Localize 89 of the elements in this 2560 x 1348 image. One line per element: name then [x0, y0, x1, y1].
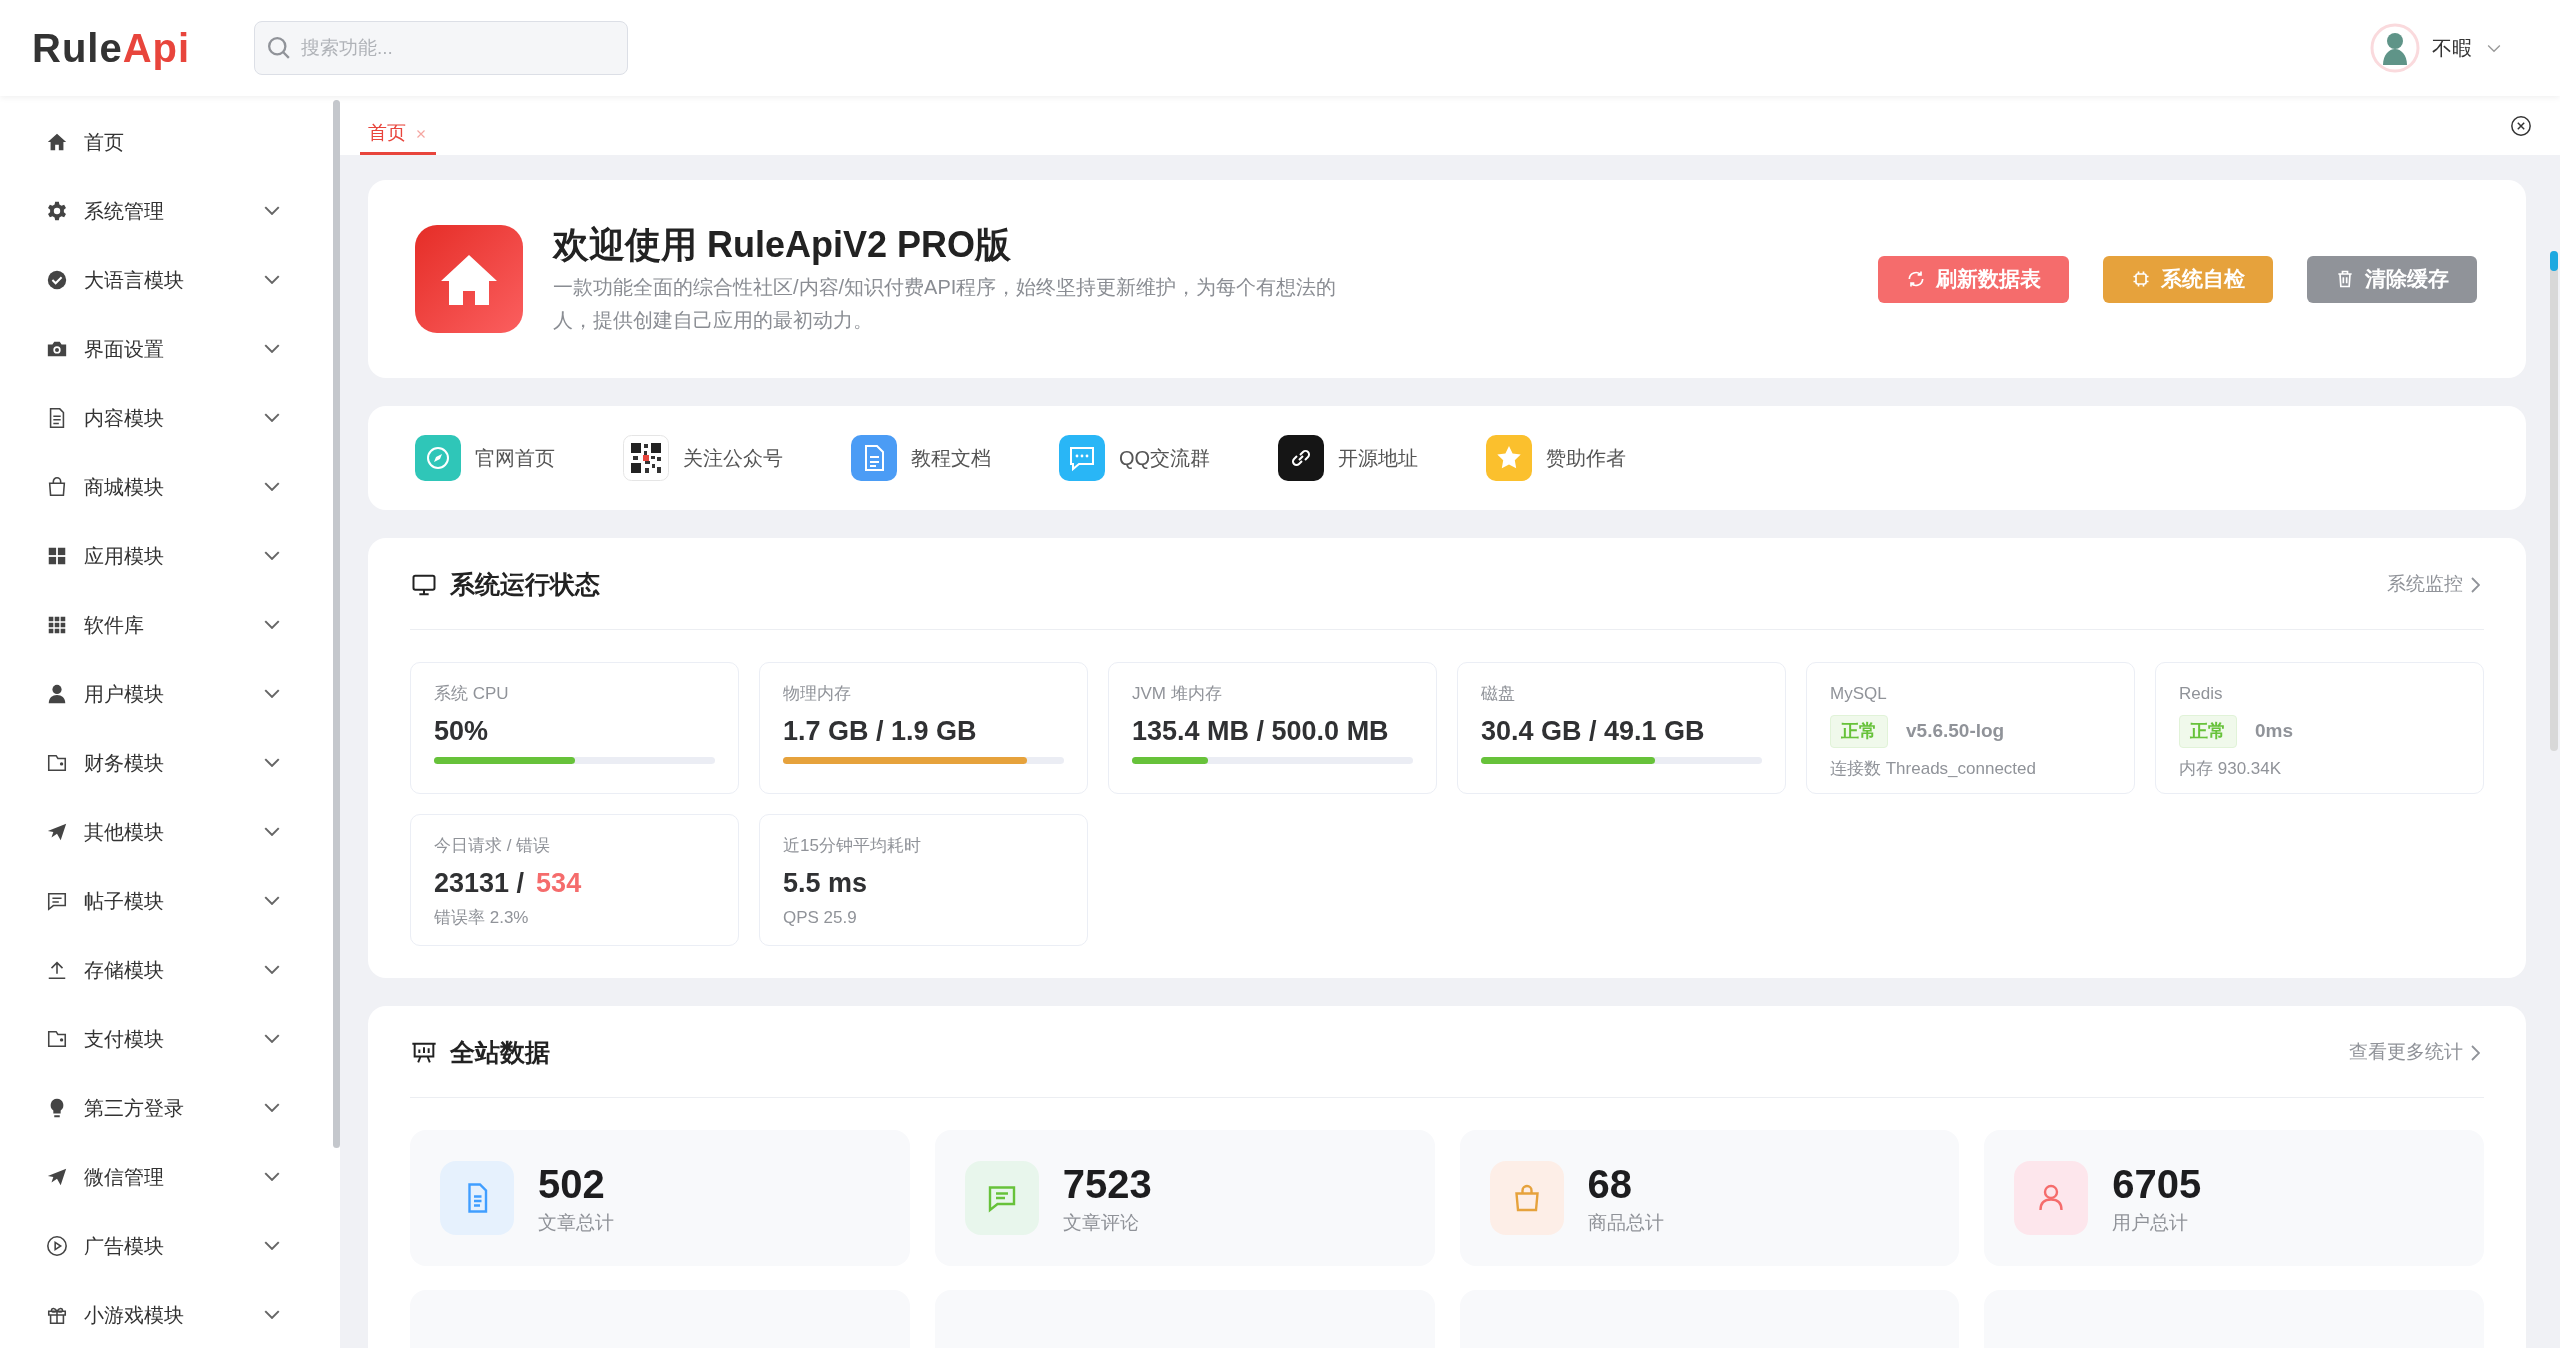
quick-link[interactable]: 官网首页 — [415, 435, 555, 481]
sidebar-item[interactable]: 首页 — [46, 107, 282, 176]
quick-link[interactable]: 赞助作者 — [1486, 435, 1627, 481]
metric-value: 135.4 MB / 500.0 MB — [1132, 714, 1390, 748]
chat-icon — [1059, 435, 1105, 481]
metric-note: 错误率 2.3% — [434, 907, 530, 929]
document-icon — [851, 435, 897, 481]
logo-text: Rule — [32, 26, 123, 70]
stat-value: 6705 — [2112, 1160, 2202, 1208]
close-all-icon[interactable] — [2510, 115, 2532, 137]
avatar-icon[interactable] — [2370, 23, 2420, 73]
sidebar-item[interactable]: 支付模块 — [46, 1004, 282, 1073]
sidebar-item[interactable]: 广告模块 — [46, 1211, 282, 1280]
metric-label: 系统 CPU — [434, 683, 510, 705]
gear-icon — [46, 199, 68, 222]
check-circle-icon — [46, 268, 68, 291]
service-detail: 0ms — [2255, 718, 2294, 743]
sidebar-item[interactable]: 财务模块 — [46, 728, 282, 797]
user-name[interactable]: 不暇 — [2432, 33, 2472, 63]
search-field[interactable]: 搜索功能... — [254, 21, 628, 75]
status-tag: 正常 — [1830, 714, 1888, 748]
stat-label: 用户总计 — [2112, 1210, 2190, 1235]
metric-value: 1.7 GB / 1.9 GB — [783, 714, 978, 748]
sidebar-item[interactable]: 帖子模块 — [46, 866, 282, 935]
shopping-bag-icon — [1489, 1161, 1564, 1235]
play-circle-icon — [46, 1234, 68, 1257]
home-logo-icon — [415, 225, 523, 333]
sidebar-item[interactable]: 系统管理 — [46, 176, 282, 245]
trash-icon — [2335, 269, 2355, 289]
quick-link[interactable]: 教程文档 — [851, 435, 991, 481]
stat-label: 文章总计 — [538, 1210, 614, 1235]
link-icon — [1278, 435, 1325, 481]
metric-note: QPS 25.9 — [783, 907, 858, 929]
document-icon — [440, 1161, 514, 1235]
stat-value: 68 — [1587, 1160, 1633, 1208]
metric-label: 近15分钟平均耗时 — [783, 835, 922, 857]
sidebar-item[interactable]: 用户模块 — [46, 659, 282, 728]
metric-label: JVM 堆内存 — [1132, 683, 1223, 705]
stat-label: 文章评论 — [1062, 1210, 1140, 1235]
sidebar-item[interactable]: 大语言模块 — [46, 245, 282, 314]
sidebar-item[interactable]: 微信管理 — [46, 1142, 282, 1211]
sidebar-item[interactable]: 小游戏模块 — [46, 1280, 282, 1348]
scroll-thumb[interactable] — [2550, 251, 2558, 271]
shopping-bag-icon — [46, 475, 68, 498]
sidebar-item[interactable]: 商城模块 — [46, 452, 282, 521]
search-icon — [268, 37, 290, 59]
quick-link[interactable]: QQ交流群 — [1059, 435, 1211, 481]
sidebar-item[interactable]: 软件库 — [46, 590, 282, 659]
tab[interactable]: 首页 — [360, 115, 436, 155]
logo-text-accent: Api — [122, 26, 191, 70]
user-icon — [46, 682, 68, 705]
quick-link[interactable]: 关注公众号 — [623, 435, 783, 481]
service-detail: v5.6.50-log — [1906, 718, 2005, 743]
metric-label: MySQL — [1830, 683, 1888, 705]
stat-label: 商品总计 — [1587, 1210, 1664, 1235]
metric-note: 内存 930.34K — [2179, 757, 2283, 780]
sidebar-item[interactable]: 第三方登录 — [46, 1073, 282, 1142]
compass-icon — [415, 435, 461, 481]
welcome-title: 欢迎使用 RuleApiV2 PRO版 — [553, 222, 1013, 267]
quick-link[interactable]: 开源地址 — [1278, 435, 1419, 481]
chevron-right-icon — [2471, 576, 2480, 593]
metric-label: 物理内存 — [783, 683, 852, 705]
chevron-right-icon — [2471, 1044, 2480, 1061]
welcome-description: 一款功能全面的综合性社区/内容/知识付费API程序，始终坚持更新维护，为每个有想法的人，提供创建自己应用的最初动力。 — [553, 274, 1338, 333]
sidebar-item[interactable]: 界面设置 — [46, 314, 282, 383]
metric-label: Redis — [2179, 683, 2224, 705]
metric-note: 连接数 Threads_connected — [1830, 757, 2037, 780]
metric-value: 23131 / — [434, 866, 525, 900]
stat-value: 502 — [538, 1160, 606, 1208]
status-tag: 正常 — [2179, 714, 2237, 748]
scrollbar[interactable] — [333, 100, 340, 1148]
refresh-icon — [1906, 269, 1926, 289]
section-title: 系统运行状态 — [450, 568, 600, 600]
metric-label: 磁盘 — [1481, 683, 1516, 705]
section-title: 全站数据 — [450, 1036, 550, 1068]
metric-label: 今日请求 / 错误 — [434, 835, 552, 857]
metric-value: 30.4 GB / 49.1 GB — [1481, 714, 1706, 748]
metric-value: 5.5 ms — [783, 866, 868, 900]
user-icon — [2014, 1161, 2089, 1235]
qr-code-icon — [623, 435, 669, 481]
chat-icon — [964, 1161, 1039, 1235]
sidebar-item[interactable]: 其他模块 — [46, 797, 282, 866]
sidebar-item[interactable]: 存储模块 — [46, 935, 282, 1004]
sidebar-item[interactable]: 内容模块 — [46, 383, 282, 452]
sidebar-item[interactable]: 应用模块 — [46, 521, 282, 590]
error-count: 534 — [536, 866, 582, 900]
chip-icon — [2131, 269, 2151, 289]
stat-value: 7523 — [1062, 1160, 1152, 1208]
metric-value: 50% — [434, 714, 490, 748]
